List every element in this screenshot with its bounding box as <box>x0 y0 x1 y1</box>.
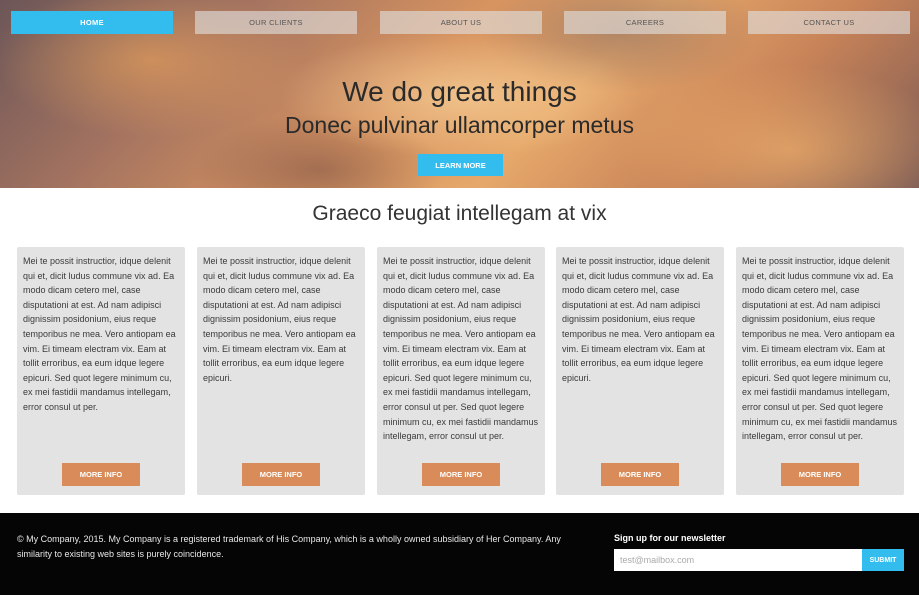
hero-subtitle: Donec pulvinar ullamcorper metus <box>285 112 634 138</box>
newsletter-label: Sign up for our newsletter <box>614 533 726 543</box>
section-title: Graeco feugiat intellegam at vix <box>312 202 607 225</box>
more-info-button[interactable]: MORE INFO <box>62 463 140 486</box>
card-text: Mei te possit instructior, idque delenit… <box>23 256 176 412</box>
info-card: Mei te possit instructior, idque delenit… <box>556 247 724 495</box>
info-card: Mei te possit instructior, idque delenit… <box>377 247 545 495</box>
cards-row: Mei te possit instructior, idque delenit… <box>17 247 904 495</box>
info-card: Mei te possit instructior, idque delenit… <box>736 247 904 495</box>
main-navigation: HOME OUR CLIENTS ABOUT US CAREERS CONTAC… <box>11 11 910 34</box>
nav-item-home[interactable]: HOME <box>11 11 173 34</box>
nav-item-careers[interactable]: CAREERS <box>564 11 726 34</box>
info-card: Mei te possit instructior, idque delenit… <box>17 247 185 495</box>
info-card: Mei te possit instructior, idque delenit… <box>197 247 365 495</box>
newsletter-email-input[interactable] <box>614 549 862 571</box>
more-info-button[interactable]: MORE INFO <box>422 463 500 486</box>
card-text: Mei te possit instructior, idque delenit… <box>562 256 715 383</box>
hero-banner: HOME OUR CLIENTS ABOUT US CAREERS CONTAC… <box>0 0 919 188</box>
card-text: Mei te possit instructior, idque delenit… <box>742 256 898 442</box>
nav-item-about-us[interactable]: ABOUT US <box>380 11 542 34</box>
card-text: Mei te possit instructior, idque delenit… <box>383 256 539 442</box>
more-info-button[interactable]: MORE INFO <box>781 463 859 486</box>
more-info-button[interactable]: MORE INFO <box>601 463 679 486</box>
card-text: Mei te possit instructior, idque delenit… <box>203 256 356 383</box>
more-info-button[interactable]: MORE INFO <box>242 463 320 486</box>
site-footer: © My Company, 2015. My Company is a regi… <box>0 513 919 595</box>
footer-copyright: © My Company, 2015. My Company is a regi… <box>17 534 561 559</box>
nav-item-our-clients[interactable]: OUR CLIENTS <box>195 11 357 34</box>
newsletter-submit-button[interactable]: SUBMIT <box>862 549 904 571</box>
learn-more-button[interactable]: LEARN MORE <box>418 154 503 176</box>
nav-item-contact-us[interactable]: CONTACT US <box>748 11 910 34</box>
hero-title: We do great things <box>342 76 577 107</box>
